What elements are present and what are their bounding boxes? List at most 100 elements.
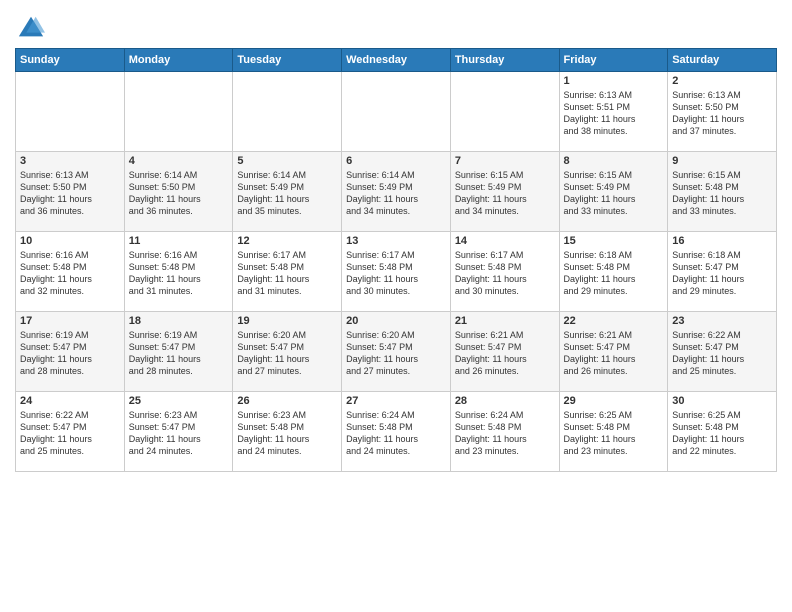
day-number: 17 bbox=[20, 315, 120, 327]
day-number: 16 bbox=[672, 235, 772, 247]
header-thursday: Thursday bbox=[450, 49, 559, 72]
day-number: 24 bbox=[20, 395, 120, 407]
page-container: SundayMondayTuesdayWednesdayThursdayFrid… bbox=[0, 0, 792, 482]
day-info: Sunrise: 6:20 AM Sunset: 5:47 PM Dayligh… bbox=[237, 329, 337, 378]
calendar-cell: 23Sunrise: 6:22 AM Sunset: 5:47 PM Dayli… bbox=[668, 312, 777, 392]
day-info: Sunrise: 6:21 AM Sunset: 5:47 PM Dayligh… bbox=[455, 329, 555, 378]
calendar-cell: 19 Sunrise: 6:20 AM Sunset: 5:47 PM Dayli… bbox=[233, 312, 342, 392]
day-number: 8 bbox=[564, 155, 664, 167]
day-number: 23 bbox=[672, 315, 772, 327]
day-info: Sunrise: 6:13 AM Sunset: 5:51 PM Dayligh… bbox=[564, 89, 664, 138]
day-number: 10 bbox=[20, 235, 120, 247]
day-number: 15 bbox=[564, 235, 664, 247]
day-info: Sunrise: 6:17 AM Sunset: 5:48 PM Dayligh… bbox=[346, 249, 446, 298]
calendar-cell: 25 Sunrise: 6:23 AM Sunset: 5:47 PM Dayli… bbox=[124, 392, 233, 472]
day-number: 22 bbox=[564, 315, 664, 327]
day-info: Sunrise: 6:15 AM Sunset: 5:48 PM Dayligh… bbox=[672, 169, 772, 218]
day-number: 6 bbox=[346, 155, 446, 167]
day-number: 5 bbox=[237, 155, 337, 167]
calendar-table: SundayMondayTuesdayWednesdayThursdayFrid… bbox=[15, 48, 777, 472]
calendar-cell bbox=[450, 72, 559, 152]
calendar-week-row: 17 Sunrise: 6:19 AM Sunset: 5:47 PM Dayli… bbox=[16, 312, 777, 392]
calendar-cell: 2Sunrise: 6:13 AM Sunset: 5:50 PM Daylig… bbox=[668, 72, 777, 152]
calendar-cell: 18 Sunrise: 6:19 AM Sunset: 5:47 PM Dayli… bbox=[124, 312, 233, 392]
calendar-cell: 1Sunrise: 6:13 AM Sunset: 5:51 PM Daylig… bbox=[559, 72, 668, 152]
calendar-cell: 8 Sunrise: 6:15 AM Sunset: 5:49 PM Daylig… bbox=[559, 152, 668, 232]
day-number: 14 bbox=[455, 235, 555, 247]
day-info: Sunrise: 6:21 AM Sunset: 5:47 PM Dayligh… bbox=[564, 329, 664, 378]
calendar-cell: 5 Sunrise: 6:14 AM Sunset: 5:49 PM Daylig… bbox=[233, 152, 342, 232]
day-info: Sunrise: 6:20 AM Sunset: 5:47 PM Dayligh… bbox=[346, 329, 446, 378]
day-number: 21 bbox=[455, 315, 555, 327]
day-number: 13 bbox=[346, 235, 446, 247]
day-number: 3 bbox=[20, 155, 120, 167]
day-info: Sunrise: 6:25 AM Sunset: 5:48 PM Dayligh… bbox=[672, 409, 772, 458]
day-number: 7 bbox=[455, 155, 555, 167]
calendar-cell: 6 Sunrise: 6:14 AM Sunset: 5:49 PM Daylig… bbox=[342, 152, 451, 232]
day-info: Sunrise: 6:15 AM Sunset: 5:49 PM Dayligh… bbox=[564, 169, 664, 218]
day-info: Sunrise: 6:23 AM Sunset: 5:47 PM Dayligh… bbox=[129, 409, 229, 458]
calendar-cell: 24 Sunrise: 6:22 AM Sunset: 5:47 PM Dayli… bbox=[16, 392, 125, 472]
day-number: 25 bbox=[129, 395, 229, 407]
day-number: 18 bbox=[129, 315, 229, 327]
day-info: Sunrise: 6:15 AM Sunset: 5:49 PM Dayligh… bbox=[455, 169, 555, 218]
day-info: Sunrise: 6:24 AM Sunset: 5:48 PM Dayligh… bbox=[346, 409, 446, 458]
day-info: Sunrise: 6:22 AM Sunset: 5:47 PM Dayligh… bbox=[20, 409, 120, 458]
calendar-cell bbox=[342, 72, 451, 152]
day-info: Sunrise: 6:14 AM Sunset: 5:50 PM Dayligh… bbox=[129, 169, 229, 218]
calendar-cell bbox=[233, 72, 342, 152]
calendar-cell: 28 Sunrise: 6:24 AM Sunset: 5:48 PM Dayli… bbox=[450, 392, 559, 472]
day-info: Sunrise: 6:13 AM Sunset: 5:50 PM Dayligh… bbox=[672, 89, 772, 138]
calendar-cell: 3Sunrise: 6:13 AM Sunset: 5:50 PM Daylig… bbox=[16, 152, 125, 232]
calendar-cell: 16 Sunrise: 6:18 AM Sunset: 5:47 PM Dayli… bbox=[668, 232, 777, 312]
day-info: Sunrise: 6:14 AM Sunset: 5:49 PM Dayligh… bbox=[237, 169, 337, 218]
calendar-cell: 7 Sunrise: 6:15 AM Sunset: 5:49 PM Daylig… bbox=[450, 152, 559, 232]
day-info: Sunrise: 6:19 AM Sunset: 5:47 PM Dayligh… bbox=[129, 329, 229, 378]
calendar-week-row: 24 Sunrise: 6:22 AM Sunset: 5:47 PM Dayli… bbox=[16, 392, 777, 472]
logo-icon bbox=[17, 14, 45, 42]
day-info: Sunrise: 6:23 AM Sunset: 5:48 PM Dayligh… bbox=[237, 409, 337, 458]
calendar-cell: 12Sunrise: 6:17 AM Sunset: 5:48 PM Dayli… bbox=[233, 232, 342, 312]
day-number: 26 bbox=[237, 395, 337, 407]
day-number: 19 bbox=[237, 315, 337, 327]
calendar-week-row: 1Sunrise: 6:13 AM Sunset: 5:51 PM Daylig… bbox=[16, 72, 777, 152]
calendar-cell: 30 Sunrise: 6:25 AM Sunset: 5:48 PM Dayli… bbox=[668, 392, 777, 472]
header-saturday: Saturday bbox=[668, 49, 777, 72]
day-info: Sunrise: 6:16 AM Sunset: 5:48 PM Dayligh… bbox=[20, 249, 120, 298]
calendar-cell: 20 Sunrise: 6:20 AM Sunset: 5:47 PM Dayli… bbox=[342, 312, 451, 392]
day-info: Sunrise: 6:16 AM Sunset: 5:48 PM Dayligh… bbox=[129, 249, 229, 298]
calendar-cell: 14 Sunrise: 6:17 AM Sunset: 5:48 PM Dayli… bbox=[450, 232, 559, 312]
day-number: 9 bbox=[672, 155, 772, 167]
header-sunday: Sunday bbox=[16, 49, 125, 72]
calendar-cell bbox=[124, 72, 233, 152]
calendar-cell: 11 Sunrise: 6:16 AM Sunset: 5:48 PM Dayli… bbox=[124, 232, 233, 312]
calendar-cell: 17 Sunrise: 6:19 AM Sunset: 5:47 PM Dayli… bbox=[16, 312, 125, 392]
day-number: 4 bbox=[129, 155, 229, 167]
day-info: Sunrise: 6:19 AM Sunset: 5:47 PM Dayligh… bbox=[20, 329, 120, 378]
day-info: Sunrise: 6:24 AM Sunset: 5:48 PM Dayligh… bbox=[455, 409, 555, 458]
calendar-header-row: SundayMondayTuesdayWednesdayThursdayFrid… bbox=[16, 49, 777, 72]
day-number: 11 bbox=[129, 235, 229, 247]
header-tuesday: Tuesday bbox=[233, 49, 342, 72]
header-monday: Monday bbox=[124, 49, 233, 72]
calendar-cell bbox=[16, 72, 125, 152]
calendar-cell: 4 Sunrise: 6:14 AM Sunset: 5:50 PM Daylig… bbox=[124, 152, 233, 232]
day-info: Sunrise: 6:17 AM Sunset: 5:48 PM Dayligh… bbox=[455, 249, 555, 298]
header-friday: Friday bbox=[559, 49, 668, 72]
day-number: 12 bbox=[237, 235, 337, 247]
day-info: Sunrise: 6:25 AM Sunset: 5:48 PM Dayligh… bbox=[564, 409, 664, 458]
day-number: 20 bbox=[346, 315, 446, 327]
calendar-week-row: 3Sunrise: 6:13 AM Sunset: 5:50 PM Daylig… bbox=[16, 152, 777, 232]
calendar-cell: 15Sunrise: 6:18 AM Sunset: 5:48 PM Dayli… bbox=[559, 232, 668, 312]
day-info: Sunrise: 6:14 AM Sunset: 5:49 PM Dayligh… bbox=[346, 169, 446, 218]
logo bbox=[15, 14, 45, 42]
day-number: 30 bbox=[672, 395, 772, 407]
header bbox=[15, 10, 777, 42]
logo-text-block bbox=[15, 14, 45, 42]
day-info: Sunrise: 6:18 AM Sunset: 5:47 PM Dayligh… bbox=[672, 249, 772, 298]
day-number: 28 bbox=[455, 395, 555, 407]
calendar-cell: 29Sunrise: 6:25 AM Sunset: 5:48 PM Dayli… bbox=[559, 392, 668, 472]
calendar-cell: 27Sunrise: 6:24 AM Sunset: 5:48 PM Dayli… bbox=[342, 392, 451, 472]
calendar-cell: 9 Sunrise: 6:15 AM Sunset: 5:48 PM Daylig… bbox=[668, 152, 777, 232]
calendar-cell: 13 Sunrise: 6:17 AM Sunset: 5:48 PM Dayli… bbox=[342, 232, 451, 312]
